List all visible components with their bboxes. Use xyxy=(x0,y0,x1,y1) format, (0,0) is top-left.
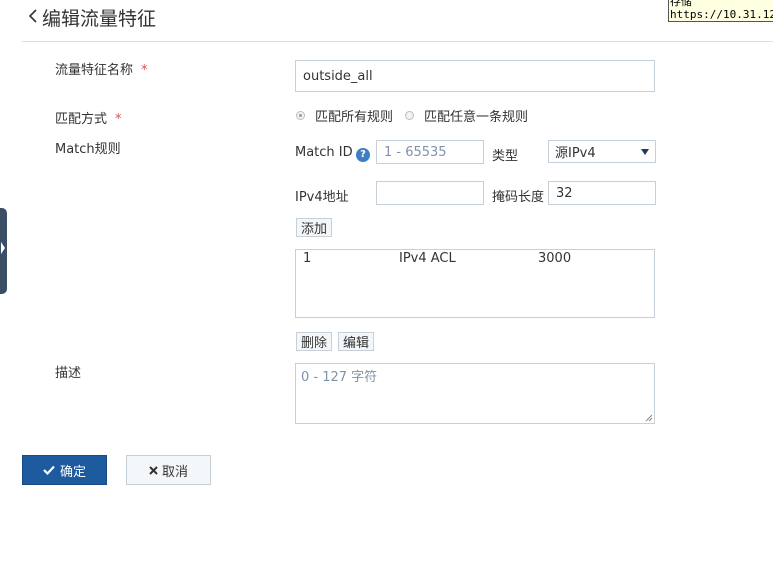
rule-listbox[interactable]: 1 IPv4 ACL 3000 xyxy=(295,249,655,318)
radio-match-any[interactable] xyxy=(405,111,415,120)
close-icon xyxy=(149,465,158,475)
type-label: 类型 xyxy=(492,149,519,164)
radio-match-all-label[interactable]: 匹配所有规则 xyxy=(315,106,393,125)
ok-button[interactable]: 确定 xyxy=(22,455,107,485)
required-mark: * xyxy=(115,112,122,127)
resize-grip-icon[interactable] xyxy=(645,414,653,422)
name-label: 流量特征名称 xyxy=(55,63,134,78)
ok-label: 确定 xyxy=(59,464,86,480)
tooltip-line-2: https://10.31.122 xyxy=(670,8,773,21)
cancel-button[interactable]: 取消 xyxy=(126,455,211,485)
cancel-label: 取消 xyxy=(161,464,188,480)
url-tooltip: 存储 https://10.31.122 xyxy=(668,0,773,22)
caret-down-icon xyxy=(641,144,649,159)
side-panel-toggle[interactable] xyxy=(0,208,7,294)
rule-id: 1 xyxy=(303,251,312,266)
help-icon[interactable]: ? xyxy=(356,147,370,162)
radio-match-any-label[interactable]: 匹配任意一条规则 xyxy=(424,106,528,125)
desc-textarea[interactable]: 0 - 127 字符 xyxy=(295,363,655,424)
name-input[interactable]: outside_all xyxy=(295,60,655,92)
add-button[interactable]: 添加 xyxy=(296,218,333,237)
match-mode-radio-group: 匹配所有规则 匹配任意一条规则 xyxy=(296,106,528,125)
match-mode-label: 匹配方式 xyxy=(55,112,108,127)
ipv4-input[interactable] xyxy=(376,181,484,205)
page-header: 编辑流量特征 xyxy=(28,4,156,31)
list-item[interactable]: 1 IPv4 ACL 3000 xyxy=(296,250,654,268)
radio-match-all[interactable] xyxy=(296,111,305,120)
desc-label: 描述 xyxy=(55,366,82,381)
page-title: 编辑流量特征 xyxy=(42,8,157,30)
edit-button[interactable]: 编辑 xyxy=(338,332,375,351)
name-label-row: 流量特征名称 * xyxy=(55,59,148,78)
type-select-value: 源IPv4 xyxy=(555,146,596,161)
rule-type: IPv4 ACL xyxy=(399,251,456,266)
tooltip-line-1: 存储 xyxy=(670,0,692,8)
mask-input[interactable]: 32 xyxy=(548,181,656,205)
delete-button[interactable]: 删除 xyxy=(296,332,333,351)
ipv4-label: IPv4地址 xyxy=(295,190,349,205)
desc-placeholder: 0 - 127 字符 xyxy=(301,370,378,385)
match-rule-label: Match规则 xyxy=(55,142,121,157)
match-id-label: Match ID xyxy=(295,145,353,160)
rule-value: 3000 xyxy=(538,251,572,266)
type-select[interactable]: 源IPv4 xyxy=(548,140,656,163)
header-divider xyxy=(22,41,773,42)
required-mark: * xyxy=(141,63,148,78)
mask-label: 掩码长度 xyxy=(492,190,545,205)
check-icon xyxy=(43,465,55,475)
match-mode-label-row: 匹配方式 * xyxy=(55,108,122,127)
chevron-left-icon[interactable] xyxy=(28,7,38,29)
match-id-input[interactable]: 1 - 65535 xyxy=(376,140,484,164)
